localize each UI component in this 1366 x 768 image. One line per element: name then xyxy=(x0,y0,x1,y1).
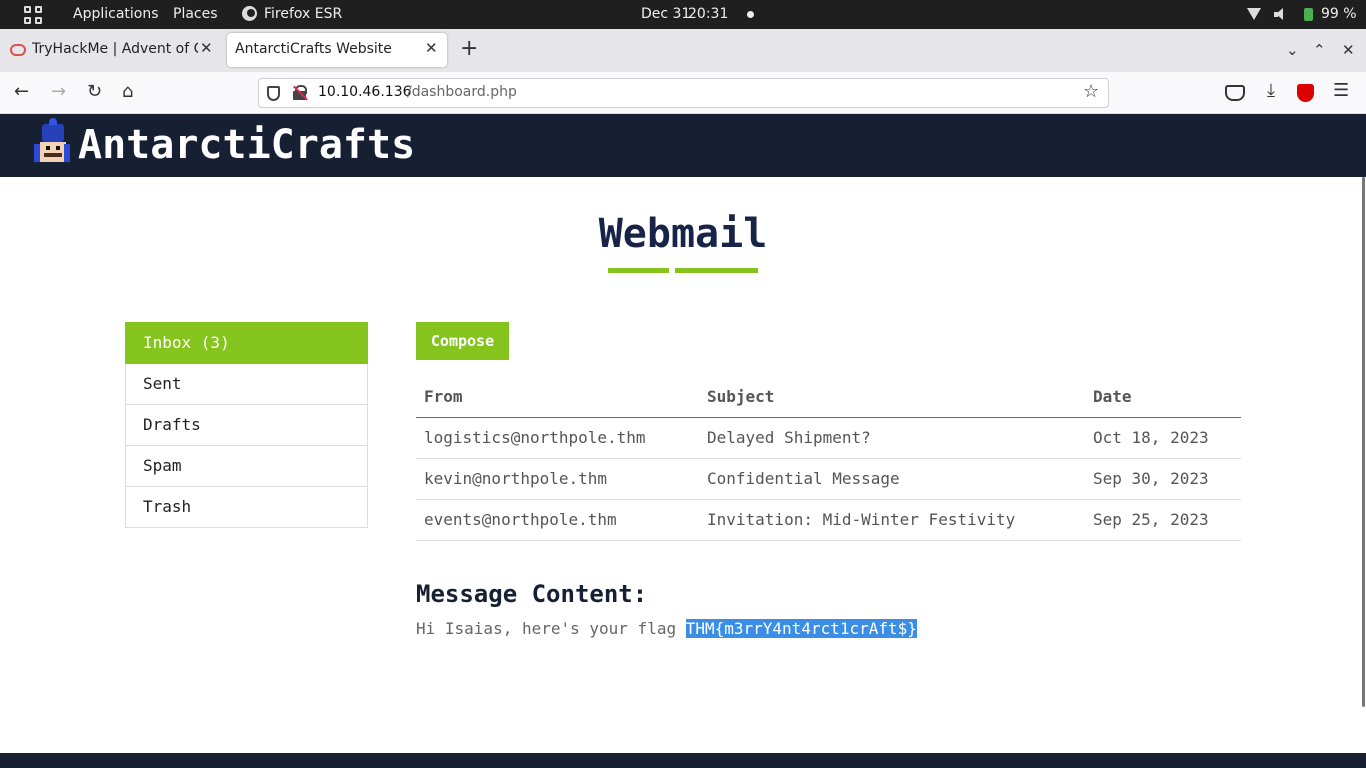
tab-tryhackme[interactable]: TryHackMe | Advent of Cyber ✕ xyxy=(0,33,222,67)
message-body: Hi Isaias, here's your flag THM{m3rrY4nt… xyxy=(416,618,917,640)
email-from[interactable]: kevin@northpole.thm xyxy=(416,458,699,500)
hamburger-menu-icon[interactable]: ☰ xyxy=(1333,80,1353,101)
navigation-toolbar: ← → ↻ ⌂ 10.10.46.136 /dashboard.php ☆ xyxy=(0,72,1366,114)
tab-title: AntarctiCrafts Website xyxy=(235,41,392,57)
close-tab-icon[interactable]: ✕ xyxy=(200,39,213,57)
page-title: Webmail xyxy=(598,211,768,257)
url-host: 10.10.46.136 xyxy=(318,84,412,100)
notification-dot-icon xyxy=(747,11,754,18)
close-window-icon[interactable]: ✕ xyxy=(1342,41,1355,59)
email-from[interactable]: logistics@northpole.thm xyxy=(416,417,699,459)
message-text: Hi Isaias, here's your flag xyxy=(416,619,686,638)
tryhackme-favicon-icon xyxy=(10,44,26,56)
inbox-table: From Subject Date logistics@northpole.th… xyxy=(416,376,1241,541)
flag-selected-text[interactable]: THM{m3rrY4nt4rct1crAft$} xyxy=(685,619,917,638)
active-app-label[interactable]: Firefox ESR xyxy=(264,6,342,22)
mail-folders: Inbox (3) Sent Drafts Spam Trash xyxy=(125,322,368,528)
email-from[interactable]: events@northpole.thm xyxy=(416,499,699,541)
site-title[interactable]: AntarctiCrafts xyxy=(78,120,415,170)
close-tab-icon[interactable]: ✕ xyxy=(425,39,438,57)
email-date[interactable]: Sep 25, 2023 xyxy=(1085,499,1241,541)
nutcracker-logo-icon[interactable] xyxy=(34,118,70,170)
places-menu[interactable]: Places xyxy=(173,6,218,22)
clock-time[interactable]: 20:31 xyxy=(688,6,728,22)
home-icon[interactable]: ⌂ xyxy=(122,81,133,103)
site-header: AntarctiCrafts xyxy=(0,114,1366,177)
heading-underline xyxy=(675,268,758,273)
bookmark-star-icon[interactable]: ☆ xyxy=(1083,81,1099,102)
address-bar[interactable]: 10.10.46.136 /dashboard.php ☆ xyxy=(258,78,1109,108)
sidebar-item-sent[interactable]: Sent xyxy=(125,364,368,405)
heading-underline xyxy=(608,268,669,273)
sidebar-item-inbox[interactable]: Inbox (3) xyxy=(125,322,368,364)
table-header-row: From Subject Date xyxy=(416,376,1241,418)
tab-title: TryHackMe | Advent of Cyber xyxy=(32,41,198,57)
maximize-icon[interactable]: ⌃ xyxy=(1313,41,1326,59)
email-date[interactable]: Sep 30, 2023 xyxy=(1085,458,1241,500)
message-content-heading: Message Content: xyxy=(416,580,648,608)
new-tab-button[interactable]: + xyxy=(460,36,478,62)
column-header-from[interactable]: From xyxy=(416,376,699,418)
list-tabs-icon[interactable]: ⌄ xyxy=(1286,41,1299,59)
email-subject[interactable]: Confidential Message xyxy=(699,458,1085,500)
table-row[interactable]: events@northpole.thm Invitation: Mid-Win… xyxy=(416,499,1241,541)
sidebar-item-drafts[interactable]: Drafts xyxy=(125,405,368,446)
email-date[interactable]: Oct 18, 2023 xyxy=(1085,417,1241,459)
wifi-icon[interactable] xyxy=(1247,8,1261,20)
pocket-icon[interactable] xyxy=(1225,85,1245,101)
ublock-icon[interactable] xyxy=(1297,84,1314,102)
site-footer xyxy=(0,753,1366,768)
email-subject[interactable]: Delayed Shipment? xyxy=(699,417,1085,459)
browser-tab-bar: TryHackMe | Advent of Cyber ✕ AntarctiCr… xyxy=(0,29,1366,72)
column-header-subject[interactable]: Subject xyxy=(699,376,1085,418)
battery-percent: 99 % xyxy=(1321,6,1357,22)
volume-icon[interactable] xyxy=(1274,8,1288,21)
app-grid-icon[interactable] xyxy=(24,6,42,24)
email-subject[interactable]: Invitation: Mid-Winter Festivity xyxy=(699,499,1085,541)
applications-menu[interactable]: Applications xyxy=(73,6,159,22)
back-arrow-icon[interactable]: ← xyxy=(14,81,29,103)
reload-icon[interactable]: ↻ xyxy=(87,81,102,103)
column-header-date[interactable]: Date xyxy=(1085,376,1241,418)
tab-antarcticrafts[interactable]: AntarctiCrafts Website ✕ xyxy=(227,33,447,67)
system-top-bar: Applications Places Firefox ESR Dec 31 2… xyxy=(0,0,1366,29)
battery-icon[interactable] xyxy=(1304,8,1313,21)
table-row[interactable]: kevin@northpole.thm Confidential Message… xyxy=(416,458,1241,500)
sidebar-item-trash[interactable]: Trash xyxy=(125,487,368,528)
tracking-shield-icon[interactable] xyxy=(267,86,280,101)
download-icon[interactable]: ⤓ xyxy=(1261,80,1281,101)
firefox-icon xyxy=(242,6,257,21)
compose-button[interactable]: Compose xyxy=(416,322,509,360)
clock-date[interactable]: Dec 31 xyxy=(641,6,690,22)
sidebar-item-spam[interactable]: Spam xyxy=(125,446,368,487)
url-path: /dashboard.php xyxy=(407,84,517,100)
forward-arrow-icon[interactable]: → xyxy=(51,81,66,103)
table-row[interactable]: logistics@northpole.thm Delayed Shipment… xyxy=(416,417,1241,459)
